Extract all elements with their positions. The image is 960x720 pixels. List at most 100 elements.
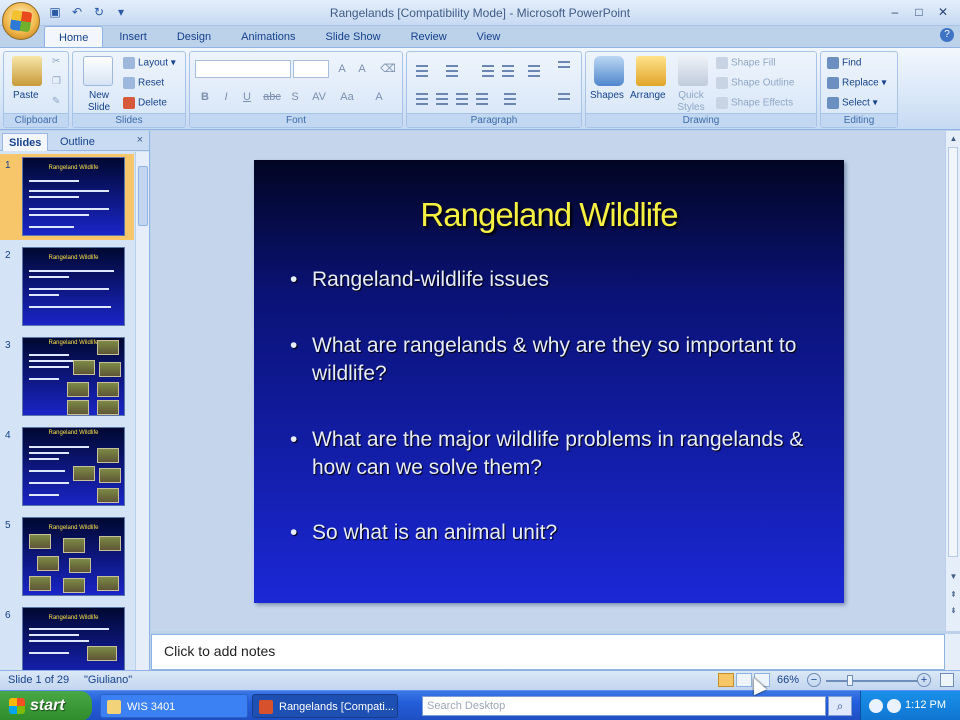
bullets-icon[interactable]	[413, 62, 431, 78]
zoom-slider-track[interactable]	[826, 680, 918, 682]
copy-icon[interactable]: ❐	[52, 76, 61, 87]
find-button[interactable]: Find	[827, 57, 861, 69]
shapes-button[interactable]: Shapes	[590, 90, 624, 101]
zoom-level[interactable]: 66%	[777, 674, 799, 686]
new-slide-button[interactable]: New Slide	[79, 90, 119, 114]
underline-button[interactable]: U	[238, 88, 256, 106]
taskbar-item-folder[interactable]: WIS 3401	[100, 694, 248, 718]
search-icon[interactable]: ⌕	[828, 696, 852, 716]
tab-view[interactable]: View	[463, 26, 515, 48]
smartart-icon[interactable]	[555, 90, 573, 106]
thumbnail-list: 1 Rangeland Wildlife 2 Rangeland Wildlif…	[0, 152, 134, 670]
thumbnail-slide-1[interactable]: 1 Rangeland Wildlife	[0, 154, 134, 240]
zoom-slider-thumb[interactable]	[846, 675, 853, 686]
slide-canvas[interactable]: Rangeland Wildlife • Rangeland-wildlife i…	[254, 160, 844, 603]
window-controls: – □ ✕	[884, 3, 954, 21]
select-button[interactable]: Select ▾	[827, 97, 878, 109]
network-icon[interactable]	[887, 699, 901, 713]
scroll-down-icon[interactable]: ▼	[948, 571, 959, 583]
paste-button[interactable]: Paste	[13, 90, 39, 101]
text-direction-icon[interactable]	[555, 58, 573, 74]
scrollbar-thumb[interactable]	[948, 147, 958, 557]
notes-scrollbar[interactable]	[945, 634, 960, 670]
previous-slide-icon[interactable]: ⇞	[948, 589, 959, 601]
thumbnail-slide-6[interactable]: 6 Rangeland Wildlife	[0, 604, 134, 670]
tab-insert[interactable]: Insert	[105, 26, 161, 48]
line-spacing-icon[interactable]	[525, 62, 543, 78]
thumbnail-slide-2[interactable]: 2 Rangeland Wildlife	[0, 244, 134, 330]
layout-button[interactable]: Layout ▾	[123, 57, 176, 69]
panel-scrollbar[interactable]	[135, 152, 149, 670]
slide-bullet[interactable]: • What are rangelands & why are they so i…	[290, 332, 820, 388]
slide-scrollbar[interactable]: ▲ ▼ ⇞ ⇟	[945, 131, 960, 631]
numbering-icon[interactable]	[443, 62, 461, 78]
scroll-up-icon[interactable]: ▲	[948, 133, 959, 145]
scrollbar-thumb[interactable]	[138, 166, 148, 226]
normal-view-icon[interactable]	[718, 673, 734, 687]
grow-font-icon[interactable]: A	[333, 60, 351, 78]
thumbnail-number: 5	[5, 520, 11, 531]
replace-button[interactable]: Replace ▾	[827, 77, 887, 89]
slide-bullet[interactable]: • So what is an animal unit?	[290, 519, 820, 547]
reset-button[interactable]: Reset	[123, 77, 164, 89]
align-left-icon[interactable]	[413, 90, 431, 106]
shape-effects-button[interactable]: Shape Effects	[716, 97, 793, 109]
slide-title[interactable]: Rangeland Wildlife	[254, 196, 844, 234]
minimize-button[interactable]: –	[884, 3, 906, 21]
notes-pane[interactable]: Click to add notes	[151, 634, 945, 670]
desktop-search-input[interactable]: Search Desktop	[422, 696, 826, 716]
thumbnail-slide-4[interactable]: 4 Rangeland Wildlife	[0, 424, 134, 510]
slide-bullet[interactable]: • Rangeland-wildlife issues	[290, 266, 820, 294]
slide-bullet[interactable]: • What are the major wildlife problems in…	[290, 426, 820, 482]
bold-button[interactable]: B	[196, 88, 214, 106]
tab-slides[interactable]: Slides	[2, 133, 49, 151]
tray-arrow-icon[interactable]	[869, 699, 883, 713]
shrink-font-icon[interactable]: A	[353, 60, 371, 78]
font-group: A A ⌫ B I U abc S AV Aa A Font	[189, 51, 403, 128]
char-spacing-button[interactable]: AV	[308, 88, 330, 106]
close-button[interactable]: ✕	[932, 3, 954, 21]
tab-home[interactable]: Home	[44, 26, 104, 48]
shape-fill-button[interactable]: Shape Fill	[716, 57, 775, 69]
align-right-icon[interactable]	[453, 90, 471, 106]
delete-button[interactable]: Delete	[123, 97, 167, 109]
columns-icon[interactable]	[501, 90, 519, 106]
strikethrough-button[interactable]: abc	[260, 88, 284, 106]
fit-to-window-icon[interactable]	[940, 673, 954, 687]
change-case-button[interactable]: Aa	[336, 88, 358, 106]
next-slide-icon[interactable]: ⇟	[948, 605, 959, 617]
tab-outline[interactable]: Outline	[54, 133, 101, 151]
font-name-select[interactable]	[195, 60, 291, 78]
justify-icon[interactable]	[473, 90, 491, 106]
thumbnail-slide-5[interactable]: 5 Rangeland Wildlife	[0, 514, 134, 600]
theme-name: "Giuliano"	[84, 674, 133, 686]
format-painter-icon[interactable]: ✎	[52, 96, 60, 107]
italic-button[interactable]: I	[217, 88, 235, 106]
zoom-out-icon[interactable]: −	[807, 673, 821, 687]
font-color-button[interactable]: A	[370, 88, 388, 106]
close-icon[interactable]: ×	[137, 134, 143, 146]
editing-group: Find Replace ▾ Select ▾ Editing	[820, 51, 898, 128]
help-icon[interactable]: ?	[940, 28, 954, 42]
office-button[interactable]	[2, 2, 40, 40]
tab-review[interactable]: Review	[397, 26, 461, 48]
decrease-indent-icon[interactable]	[479, 62, 497, 78]
arrange-button[interactable]: Arrange	[630, 90, 666, 101]
start-button[interactable]: start	[0, 691, 92, 720]
tab-animations[interactable]: Animations	[227, 26, 309, 48]
quick-styles-button[interactable]: Quick Styles	[674, 90, 708, 114]
taskbar-item-powerpoint[interactable]: Rangelands [Compati...	[252, 694, 398, 718]
clear-format-icon[interactable]: ⌫	[379, 60, 397, 78]
clock[interactable]: 1:12 PM	[905, 699, 946, 711]
font-size-select[interactable]	[293, 60, 329, 78]
tab-design[interactable]: Design	[163, 26, 225, 48]
tab-slide-show[interactable]: Slide Show	[312, 26, 395, 48]
align-center-icon[interactable]	[433, 90, 451, 106]
thumbnail-slide-3[interactable]: 3 Rangeland Wildlife	[0, 334, 134, 420]
zoom-in-icon[interactable]: +	[917, 673, 931, 687]
shape-outline-button[interactable]: Shape Outline	[716, 77, 794, 89]
shadow-button[interactable]: S	[286, 88, 304, 106]
maximize-button[interactable]: □	[908, 3, 930, 21]
cut-icon[interactable]: ✂	[52, 56, 60, 67]
increase-indent-icon[interactable]	[499, 62, 517, 78]
